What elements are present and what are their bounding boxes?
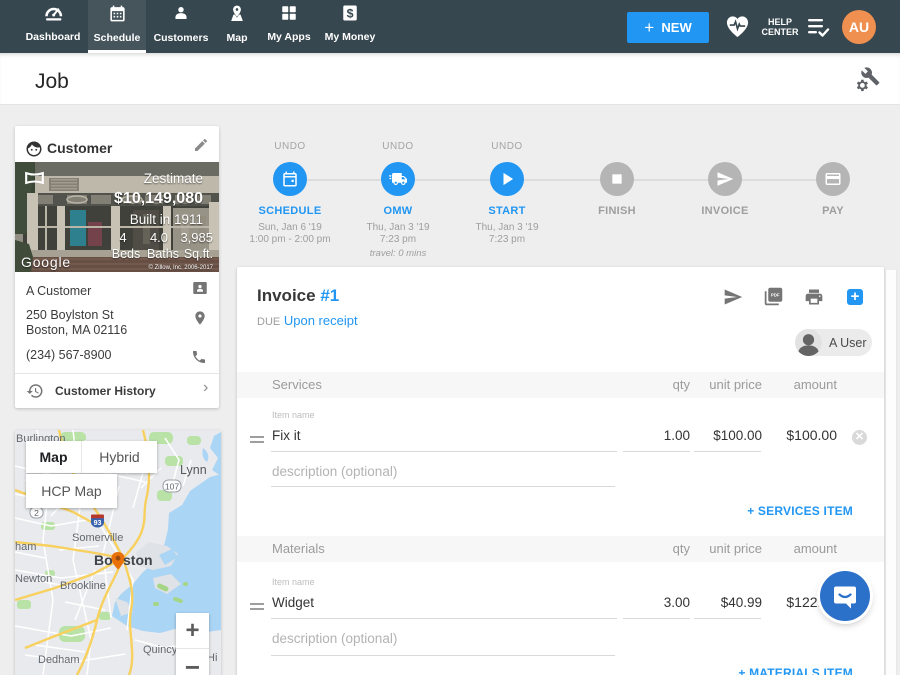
svg-text:Quincy: Quincy bbox=[143, 644, 178, 656]
svg-text:Brookline: Brookline bbox=[60, 580, 106, 592]
svg-text:PDF: PDF bbox=[771, 293, 780, 298]
svg-text:93: 93 bbox=[94, 520, 102, 527]
svg-text:Bo: Bo bbox=[94, 552, 113, 568]
svg-text:Lynn: Lynn bbox=[180, 463, 207, 477]
svg-text:ham: ham bbox=[15, 541, 36, 553]
svg-text:$: $ bbox=[347, 7, 354, 21]
svg-text:Dedham: Dedham bbox=[38, 654, 80, 666]
svg-text:Newton: Newton bbox=[15, 573, 52, 585]
svg-text:Somerville: Somerville bbox=[72, 532, 123, 544]
svg-text:2: 2 bbox=[34, 508, 39, 518]
svg-text:107: 107 bbox=[165, 482, 179, 492]
svg-text:ston: ston bbox=[123, 552, 153, 568]
